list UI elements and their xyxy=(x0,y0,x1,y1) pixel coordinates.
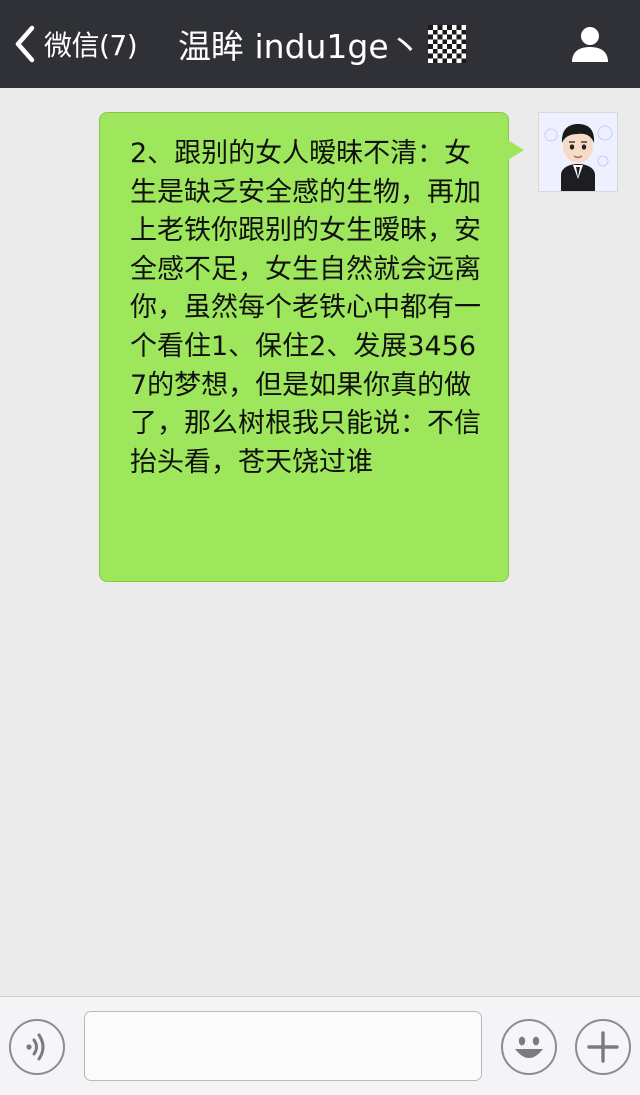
sender-avatar[interactable] xyxy=(538,112,618,192)
emoji-button[interactable] xyxy=(501,1019,557,1075)
message-bubble-outgoing[interactable]: 2、跟别的女人暧昧不清：女生是缺乏安全感的生物，再加上老铁你跟别的女生暧昧，安全… xyxy=(99,112,509,582)
chat-info-button[interactable] xyxy=(570,24,610,64)
checker-emoji-icon xyxy=(427,25,466,63)
chat-title-text: 温眸 indu1ge丶 xyxy=(178,27,422,66)
smiley-icon xyxy=(515,1036,543,1058)
message-text: 2、跟别的女人暧昧不清：女生是缺乏安全感的生物，再加上老铁你跟别的女生暧昧，安全… xyxy=(130,138,481,478)
voice-input-button[interactable] xyxy=(9,1019,65,1075)
message-input[interactable] xyxy=(84,1011,482,1081)
input-toolbar xyxy=(0,996,640,1095)
back-button[interactable]: 微信(7) xyxy=(14,18,138,70)
voice-icon xyxy=(26,1033,45,1061)
plus-icon xyxy=(587,1031,619,1063)
avatar-cartoon-man-icon xyxy=(539,113,617,191)
more-button[interactable] xyxy=(575,1019,631,1075)
back-label: 微信(7) xyxy=(44,29,138,62)
navigation-bar: 微信(7) 温眸 indu1ge丶 xyxy=(0,0,640,88)
person-icon xyxy=(572,27,608,62)
chevron-left-icon xyxy=(15,25,35,63)
chat-title: 温眸 indu1ge丶 xyxy=(178,22,466,66)
bubble-tail xyxy=(508,140,524,160)
